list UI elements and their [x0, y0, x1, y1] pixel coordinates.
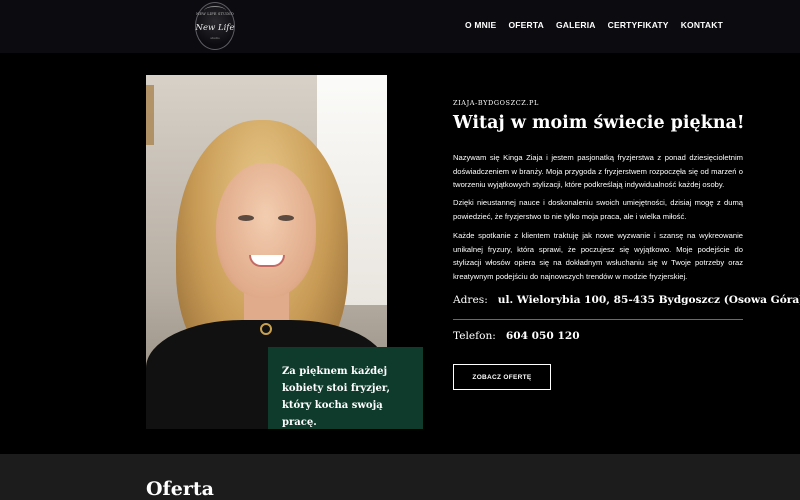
phone-line: Telefon: 604 050 120 — [453, 330, 580, 342]
portrait-necklace — [260, 323, 272, 335]
offer-section-band — [0, 454, 800, 500]
nav-item-certyfikaty[interactable]: CERTYFIKATY — [608, 20, 669, 30]
portrait-face — [216, 163, 316, 298]
portrait-eye-left — [238, 215, 254, 221]
nav-item-oferta[interactable]: OFERTA — [508, 20, 544, 30]
portrait-smile — [249, 255, 285, 267]
divider — [453, 319, 743, 320]
main-nav: O MNIE OFERTA GALERIA CERTYFIKATY KONTAK… — [465, 20, 723, 30]
portrait-eye-right — [278, 215, 294, 221]
address-line: Adres: ul. Wielorybia 100, 85-435 Bydgosz… — [453, 294, 800, 306]
photo-background-lamp — [146, 85, 154, 145]
quote-text: Za pięknem każdej kobiety stoi fryzjer, … — [282, 366, 390, 428]
logo-name: New Life — [195, 23, 235, 33]
address-label: Adres: — [453, 294, 488, 306]
see-offer-button[interactable]: ZOBACZ OFERTĘ — [453, 364, 551, 390]
nav-item-galeria[interactable]: GALERIA — [556, 20, 596, 30]
phone-label: Telefon: — [453, 330, 496, 342]
logo-sub-text: studio — [210, 36, 220, 40]
offer-section-title: Oferta — [146, 478, 214, 500]
intro-paragraph-3: Każde spotkanie z klientem traktuję jak … — [453, 231, 743, 281]
intro-paragraph-1: Nazywam się Kinga Ziaja i jestem pasjona… — [453, 153, 743, 189]
nav-item-kontakt[interactable]: KONTAKT — [681, 20, 723, 30]
quote-card: Za pięknem każdej kobiety stoi fryzjer, … — [268, 347, 423, 429]
address-value: ul. Wielorybia 100, 85-435 Bydgoszcz (Os… — [497, 294, 800, 306]
intro-paragraph-2: Dzięki nieustannej nauce i doskonaleniu … — [453, 198, 743, 221]
site-domain-tag: ZIAJA-BYDGOSZCZ.PL — [453, 99, 539, 107]
page-headline: Witaj w moim świecie piękna! — [453, 113, 745, 133]
nav-item-o-mnie[interactable]: O MNIE — [465, 20, 496, 30]
logo-top-text: NEW LIFE STUDIO — [196, 12, 234, 16]
logo[interactable]: NEW LIFE STUDIO New Life studio — [195, 2, 235, 50]
phone-value[interactable]: 604 050 120 — [506, 330, 580, 342]
site-header: NEW LIFE STUDIO New Life studio O MNIE O… — [0, 0, 800, 53]
